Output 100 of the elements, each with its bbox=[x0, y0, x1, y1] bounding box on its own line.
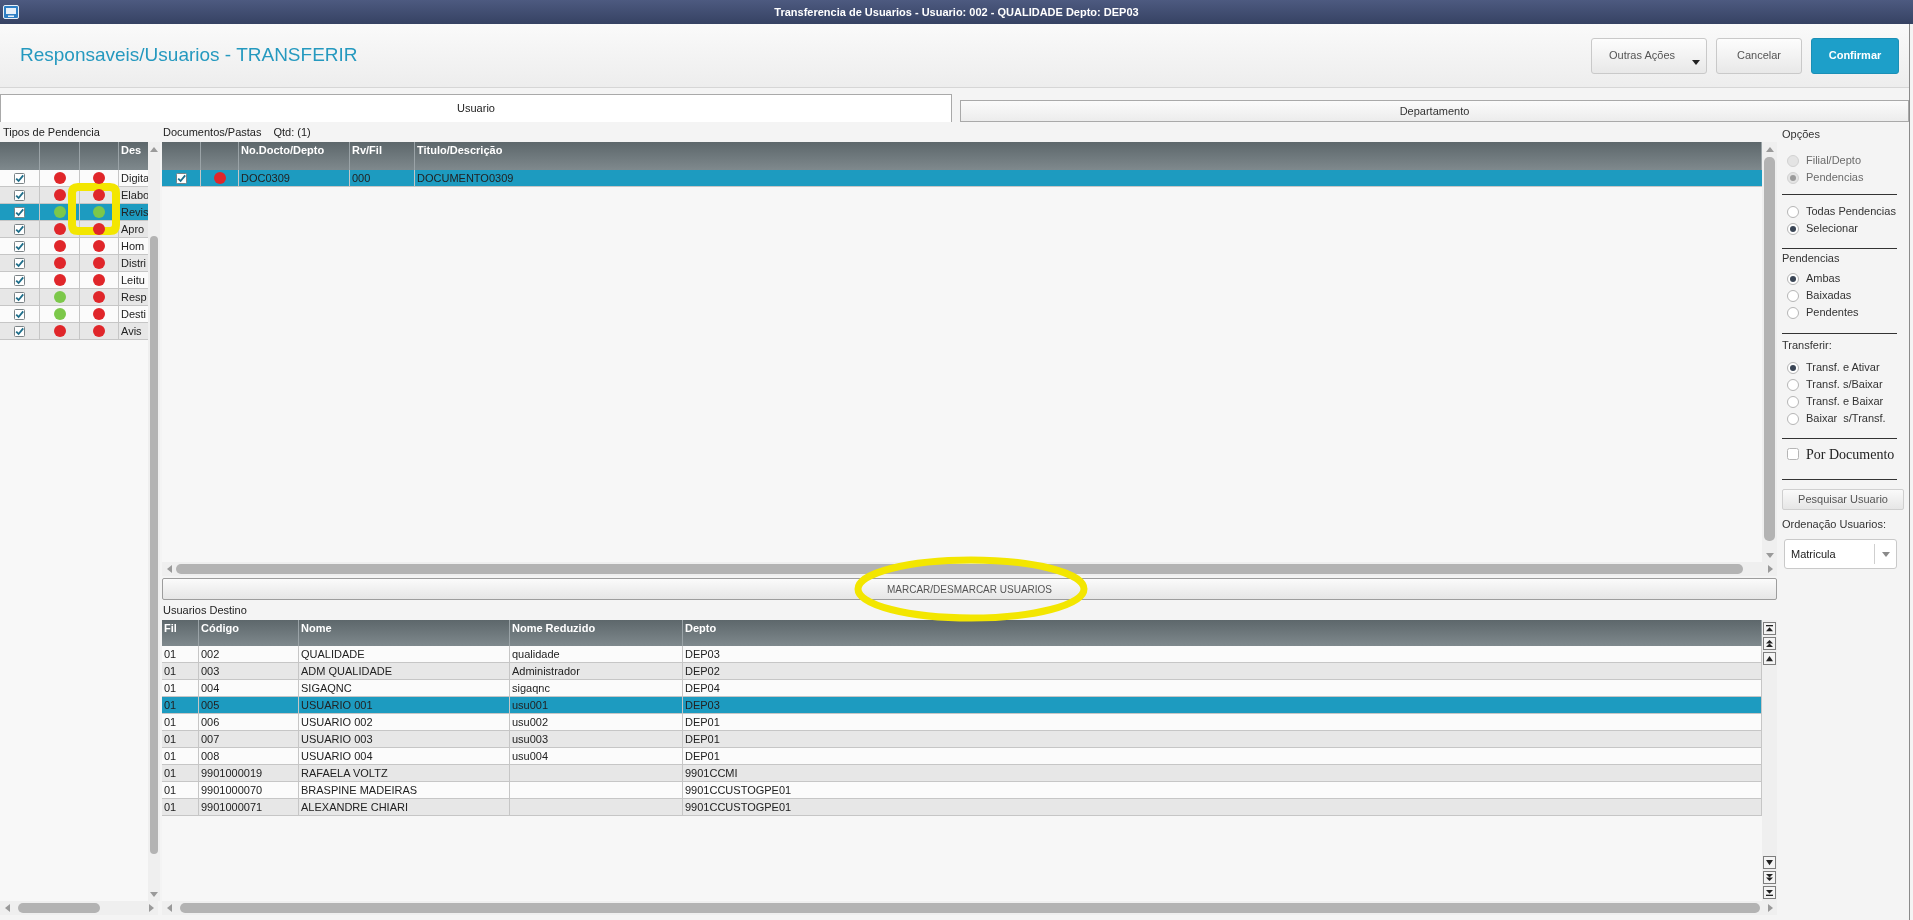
checkbox[interactable] bbox=[14, 291, 25, 303]
checkbox[interactable] bbox=[14, 206, 25, 218]
table-row[interactable]: Hom bbox=[0, 238, 148, 255]
table-cell: 008 bbox=[199, 748, 299, 764]
field-label: Ordenação Usuarios: bbox=[1782, 517, 1887, 531]
window-title: Transferencia de Usuarios - Usuario: 002 - QUALIDADE Depto: DEP03 bbox=[773, 4, 1140, 20]
table-cell-text: Apro bbox=[120, 222, 146, 237]
checkbox[interactable]: Por Documento bbox=[1782, 444, 1903, 464]
table-cell: USUARIO 001 bbox=[299, 697, 510, 713]
scroll-top-button[interactable] bbox=[1763, 622, 1776, 635]
vertical-scrollbar[interactable] bbox=[1762, 142, 1777, 562]
table-row[interactable]: 01 004 SIGAQNC sigaqnc DEP04 bbox=[162, 680, 1762, 697]
table-cell-text: Digita bbox=[120, 171, 148, 186]
scroll-bottom-icon bbox=[1766, 889, 1773, 896]
table-row[interactable]: 01 9901000071 ALEXANDRE CHIARI 9901CCUSTOGPE01 bbox=[162, 799, 1762, 816]
vertical-scrollbar[interactable] bbox=[148, 142, 160, 901]
table-cell: 006 bbox=[199, 714, 299, 730]
checkbox[interactable] bbox=[14, 189, 25, 201]
table-row[interactable]: 01 003 ADM QUALIDADE Administrador DEP02 bbox=[162, 663, 1762, 680]
table-cell: 9901000071 bbox=[199, 799, 299, 815]
radio-button[interactable]: Ambas bbox=[1787, 270, 1903, 287]
table-cell: 005 bbox=[199, 697, 299, 713]
scroll-up-icon bbox=[150, 146, 158, 152]
table-cell-text: Hom bbox=[120, 239, 146, 254]
table-row[interactable]: 01 005 USUARIO 001 usu001 DEP03 bbox=[162, 697, 1762, 714]
table-row[interactable]: 01 002 QUALIDADE qualidade DEP03 bbox=[162, 646, 1762, 663]
table-row[interactable]: 01 9901000019 RAFAELA VOLTZ 9901CCMI bbox=[162, 765, 1762, 782]
scroll-up-icon bbox=[1765, 146, 1774, 152]
radio-button[interactable]: Todas Pendencias bbox=[1787, 203, 1903, 220]
scroll-bottom-button[interactable] bbox=[1763, 886, 1776, 899]
scroll-up-icon bbox=[1766, 655, 1773, 662]
radio-button[interactable]: Pendentes bbox=[1787, 304, 1903, 321]
table-cell: Administrador bbox=[510, 663, 683, 679]
checkbox[interactable] bbox=[14, 257, 25, 269]
checkbox[interactable] bbox=[175, 172, 187, 184]
table-cell: 01 bbox=[162, 731, 199, 747]
radio-button[interactable]: Selecionar bbox=[1787, 220, 1903, 237]
table-cell: 9901000019 bbox=[199, 765, 299, 781]
column-header: Fil bbox=[164, 622, 177, 634]
horizontal-scrollbar[interactable] bbox=[162, 901, 1777, 915]
table-cell: RAFAELA VOLTZ bbox=[299, 765, 510, 781]
scroll-up-button[interactable] bbox=[1763, 652, 1776, 665]
checkbox[interactable] bbox=[14, 274, 25, 286]
header-button[interactable]: Outras Ações bbox=[1591, 37, 1707, 74]
checkbox[interactable] bbox=[14, 308, 25, 320]
caret-down-icon bbox=[1692, 59, 1700, 65]
table-row[interactable]: 01 9901000070 BRASPINE MADEIRAS 9901CCUSTOGPE01 bbox=[162, 782, 1762, 799]
table-cell: USUARIO 002 bbox=[299, 714, 510, 730]
horizontal-scrollbar[interactable] bbox=[0, 901, 158, 915]
caret-down-icon bbox=[1881, 551, 1890, 557]
scrollbar-thumb[interactable] bbox=[176, 564, 1743, 574]
horizontal-scrollbar[interactable] bbox=[162, 562, 1777, 576]
column-header: No.Docto/Depto bbox=[241, 144, 325, 156]
radio-button[interactable]: Transf. s/Baixar bbox=[1787, 376, 1903, 393]
mark-users-button[interactable]: MARCAR/DESMARCAR USUARIOS bbox=[162, 578, 1777, 600]
table-row[interactable]: Leitu bbox=[0, 272, 148, 289]
checkbox[interactable] bbox=[14, 223, 25, 235]
table-cell: 9901000070 bbox=[199, 782, 299, 798]
table-row[interactable]: Avis bbox=[0, 323, 148, 340]
table-cell-text: Revis bbox=[120, 205, 148, 220]
table-cell: ALEXANDRE CHIARI bbox=[299, 799, 510, 815]
header-button[interactable]: Cancelar bbox=[1716, 37, 1802, 74]
search-user-button[interactable]: Pesquisar Usuario bbox=[1782, 489, 1904, 510]
scrollbar-thumb[interactable] bbox=[18, 903, 100, 913]
scroll-top-icon bbox=[1766, 625, 1773, 632]
sort-select[interactable]: Matricula bbox=[1784, 539, 1897, 569]
table-cell: sigaqnc bbox=[510, 680, 683, 696]
page-up-button[interactable] bbox=[1763, 637, 1776, 650]
table-row[interactable]: Resp bbox=[0, 289, 148, 306]
table-row[interactable]: Digita bbox=[0, 170, 148, 187]
checkbox[interactable] bbox=[14, 325, 25, 337]
page-down-button[interactable] bbox=[1763, 871, 1776, 884]
panel-label: Tipos de Pendencia bbox=[3, 124, 100, 140]
table-cell: BRASPINE MADEIRAS bbox=[299, 782, 510, 798]
radio-button[interactable]: Baixar s/Transf. bbox=[1787, 410, 1903, 427]
table-row[interactable]: DOC0309 000 DOCUMENTO0309 bbox=[162, 170, 1762, 187]
table-row[interactable]: 01 008 USUARIO 004 usu004 DEP01 bbox=[162, 748, 1762, 765]
scroll-down-button[interactable] bbox=[1763, 856, 1776, 869]
checkbox[interactable] bbox=[14, 240, 25, 252]
page-down-icon bbox=[1766, 874, 1773, 881]
section-label: Documentos/Pastas bbox=[163, 124, 262, 140]
radio-button[interactable]: Transf. e Ativar bbox=[1787, 359, 1903, 376]
table-row[interactable]: 01 007 USUARIO 003 usu003 DEP01 bbox=[162, 731, 1762, 748]
table-row[interactable]: Desti bbox=[0, 306, 148, 323]
column-header: Rv/Fil bbox=[352, 144, 382, 156]
scrollbar-thumb[interactable] bbox=[180, 903, 1760, 913]
scrollbar-thumb[interactable] bbox=[150, 236, 158, 854]
table-row[interactable]: Distri bbox=[0, 255, 148, 272]
tab[interactable]: Departamento bbox=[960, 100, 1909, 122]
scroll-right-icon bbox=[1767, 904, 1773, 912]
radio-button[interactable]: Transf. e Baixar bbox=[1787, 393, 1903, 410]
table-cell: SIGAQNC bbox=[299, 680, 510, 696]
table-cell: 004 bbox=[199, 680, 299, 696]
table-row[interactable]: 01 006 USUARIO 002 usu002 DEP01 bbox=[162, 714, 1762, 731]
radio-button[interactable]: Baixadas bbox=[1787, 287, 1903, 304]
scroll-down-icon bbox=[1765, 552, 1774, 558]
scrollbar-thumb[interactable] bbox=[1764, 157, 1775, 541]
checkbox[interactable] bbox=[14, 172, 25, 184]
group-label: Transferir: bbox=[1782, 338, 1833, 352]
tab[interactable]: Usuario bbox=[0, 94, 952, 122]
